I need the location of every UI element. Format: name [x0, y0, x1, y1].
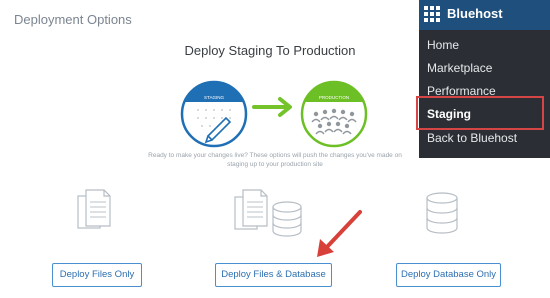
staging-label: STAGING: [204, 95, 224, 100]
grid-logo-icon: [424, 6, 440, 22]
files-icon: [77, 189, 111, 229]
deploy-files-only-button[interactable]: Deploy Files Only: [52, 263, 142, 287]
database-icon: [426, 192, 458, 234]
deploy-diagram: STAGING PRODUCTION: [180, 80, 368, 148]
production-icon: PRODUCTION: [300, 80, 368, 148]
arrow-right-icon: [252, 97, 292, 117]
deploy-database-only-button[interactable]: Deploy Database Only: [396, 263, 501, 287]
submenu-item-marketplace[interactable]: Marketplace: [427, 61, 492, 75]
staging-icon: STAGING: [180, 80, 248, 148]
submenu-header[interactable]: Bluehost: [419, 0, 550, 30]
files-database-icon: [234, 189, 302, 237]
deploy-files-database-button[interactable]: Deploy Files & Database: [215, 263, 332, 287]
bluehost-submenu: Bluehost Home Marketplace Performance St…: [419, 0, 550, 158]
staging-highlight-box: [416, 96, 544, 130]
page-title: Deployment Options: [14, 12, 132, 27]
description-text: Ready to make your changes live? These o…: [148, 152, 402, 168]
submenu-item-home[interactable]: Home: [427, 38, 459, 52]
submenu-item-back-to-bluehost[interactable]: Back to Bluehost: [427, 131, 517, 145]
production-label: PRODUCTION: [319, 95, 349, 100]
annotation-arrow-icon: [317, 210, 362, 257]
submenu-brand: Bluehost: [447, 6, 503, 21]
